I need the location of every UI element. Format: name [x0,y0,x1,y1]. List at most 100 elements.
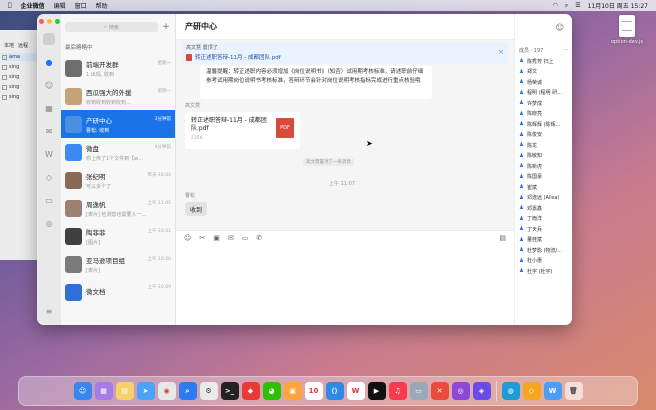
reply-message[interactable]: 收到 [185,202,207,216]
calendar-icon[interactable]: ▦ [43,102,55,114]
list-item[interactable]: ♟ 程明 (程明 研… [515,88,572,99]
more-icon[interactable]: ··· [563,47,568,53]
app-red-icon[interactable]: ◆ [241,382,260,400]
list-item[interactable]: sing [2,63,42,71]
message-input[interactable] [176,244,514,325]
list-item[interactable]: sing [2,83,42,91]
list-item[interactable]: ♟ 董桂斌 [515,235,572,246]
apple-icon[interactable]:  [8,2,12,9]
add-button[interactable]: + [161,22,171,32]
search-icon[interactable]: ⌕ [565,2,568,10]
meeting-icon[interactable]: ▭ [43,194,55,206]
wechat-icon[interactable]: ◕ [262,382,281,400]
list-item[interactable]: ama [2,53,42,61]
pinned-message[interactable]: 高文慧 置顶了 转正述职答辩-11月 - 成都团队.pdf × [182,42,508,64]
music-icon[interactable]: ♫ [388,382,407,400]
list-item[interactable]: 产研中心 曹松: 收到 3分钟前 [61,110,175,138]
image-icon[interactable]: ▣ [283,382,302,400]
xmind-icon[interactable]: ✕ [430,382,449,400]
zoom-window-button[interactable] [54,19,60,24]
list-item[interactable]: ♟ 陈新虎 [515,161,572,172]
minimize-window-button[interactable] [46,19,52,24]
list-item[interactable]: 微文档 上午 10:09 [61,278,175,306]
list-item[interactable]: ♟ 崔斌 [515,182,572,193]
list-item[interactable]: ♟ 杜小惠 [515,256,572,267]
calendar-icon[interactable]: 10 [304,382,323,400]
list-item[interactable]: ♟ 杜宇 (杜宇) [515,266,572,277]
email-icon[interactable]: ✉ [43,125,55,137]
list-item[interactable]: ♟ 陈晓亮 [515,109,572,120]
terminal-icon[interactable]: >_ [220,382,239,400]
vscode-icon[interactable]: ⟨⟩ [325,382,344,400]
maps-icon[interactable]: ➤ [136,382,155,400]
sketch-icon[interactable]: ◇ [522,382,541,400]
list-item[interactable]: 张纪明 可以多个了 昨天 16:04 [61,166,175,194]
contacts-icon[interactable]: ☺ [43,79,55,91]
list-item[interactable]: ♟ 杜梦影 (物流/… [515,245,572,256]
desktop-file[interactable]: option-dev.js [604,15,650,45]
email-icon[interactable]: ✉ [228,234,234,242]
menu-window[interactable]: 窗口 [75,1,87,10]
list-item[interactable]: ♟ 丁雨洋 [515,214,572,225]
list-item[interactable]: 亚马逊项目组 [表片] 上午 10:20 [61,250,175,278]
app-blue-icon[interactable]: ◍ [501,382,520,400]
search-input[interactable]: ⌕ 搜索 [65,22,158,32]
close-icon[interactable]: × [498,48,504,56]
list-item[interactable]: sing [2,93,42,101]
list-item[interactable]: ♟ 陈国豪 [515,172,572,183]
notice-message[interactable]: 温馨提醒：转正述职内容必须增加《岗位说明书》（知否）试用期考核标准，请述职前仔细… [200,66,432,99]
chat-icon[interactable]: ● [43,56,55,68]
notes-icon[interactable]: ▤ [115,382,134,400]
list-item[interactable]: sing [2,73,42,81]
file-card[interactable]: 转正述职答辩-11月 - 成都团队.pdf 235K PDF [185,112,300,149]
list-item[interactable]: 最后略略中 [61,40,175,54]
clock[interactable]: 11月10日 周五 15:27 [588,1,648,10]
history-icon[interactable]: ▤ [499,234,506,242]
close-window-button[interactable] [38,19,44,24]
word-icon[interactable]: W [543,382,562,400]
podcast-icon[interactable]: ◎ [451,382,470,400]
search-icon[interactable]: ⌕ [178,382,197,400]
menu-help[interactable]: 帮助 [96,1,108,10]
image-icon[interactable]: ▣ [213,234,220,242]
list-item[interactable]: ♟ 陈辉辉 (陈辉… [515,119,572,130]
docs-icon[interactable]: W [43,148,55,160]
list-item[interactable]: ♟ 陈俊安 [515,130,572,141]
list-item[interactable]: ♟ 邓逸远 (Alisa) [515,193,572,204]
menu-icon[interactable]: ≡ [43,305,55,317]
trash-icon[interactable]: 🗑 [564,382,583,400]
list-item[interactable]: ♟ 陈敏知 [515,151,572,162]
emoji-icon[interactable]: ☺ [184,234,191,242]
menu-app[interactable]: 企业微信 [21,1,45,10]
avatar[interactable] [43,33,55,45]
scissors-icon[interactable]: ✂ [199,234,205,242]
list-item[interactable]: ♟ 陈秀芳 扫上 [515,56,572,67]
list-item[interactable]: 陶菲菲 [图片] 上午 10:41 [61,222,175,250]
tab-local[interactable]: 本地 [4,42,14,49]
list-item[interactable]: ♟ 许梦成 [515,98,572,109]
list-item[interactable]: 微盘 你上传了1个文件到【w… 4分钟前 [61,138,175,166]
list-item[interactable]: ♟ 邓嘉鑫 [515,203,572,214]
list-item[interactable]: ♟ 杨荣诚 [515,77,572,88]
list-item[interactable]: ♟ 丁天兵 [515,224,572,235]
menu-edit[interactable]: 编辑 [54,1,66,10]
control-center-icon[interactable]: ☰ [575,2,580,9]
list-item[interactable]: ♟ 郑文 [515,67,572,78]
settings-icon[interactable]: ⚙ [199,382,218,400]
folder-icon[interactable]: ▭ [242,234,249,242]
launchpad-icon[interactable]: ▦ [94,382,113,400]
chrome-icon[interactable]: ◉ [157,382,176,400]
list-item[interactable]: 前端开发群 1 出现, 收到 星期一 [61,54,175,82]
list-item[interactable]: 西瓜强大的外援 收到收到收到收到… 星期一 [61,82,175,110]
user-icon[interactable]: ☺ [556,23,564,32]
finder-icon[interactable]: ☺ [73,382,92,400]
wps-icon[interactable]: W [346,382,365,400]
wifi-icon[interactable]: ◠ [553,2,558,9]
workbench-icon[interactable]: ◎ [43,217,55,229]
app-stack-icon[interactable]: ◈ [472,382,491,400]
list-item[interactable]: ♟ 陈龙 [515,140,572,151]
tab-remote[interactable]: 远程 [18,42,28,49]
list-item[interactable]: 周逸帆 [表片] 检测您也需要入一… 上午 11:05 [61,194,175,222]
preview-icon[interactable]: ▭ [409,382,428,400]
drive-icon[interactable]: ◇ [43,171,55,183]
